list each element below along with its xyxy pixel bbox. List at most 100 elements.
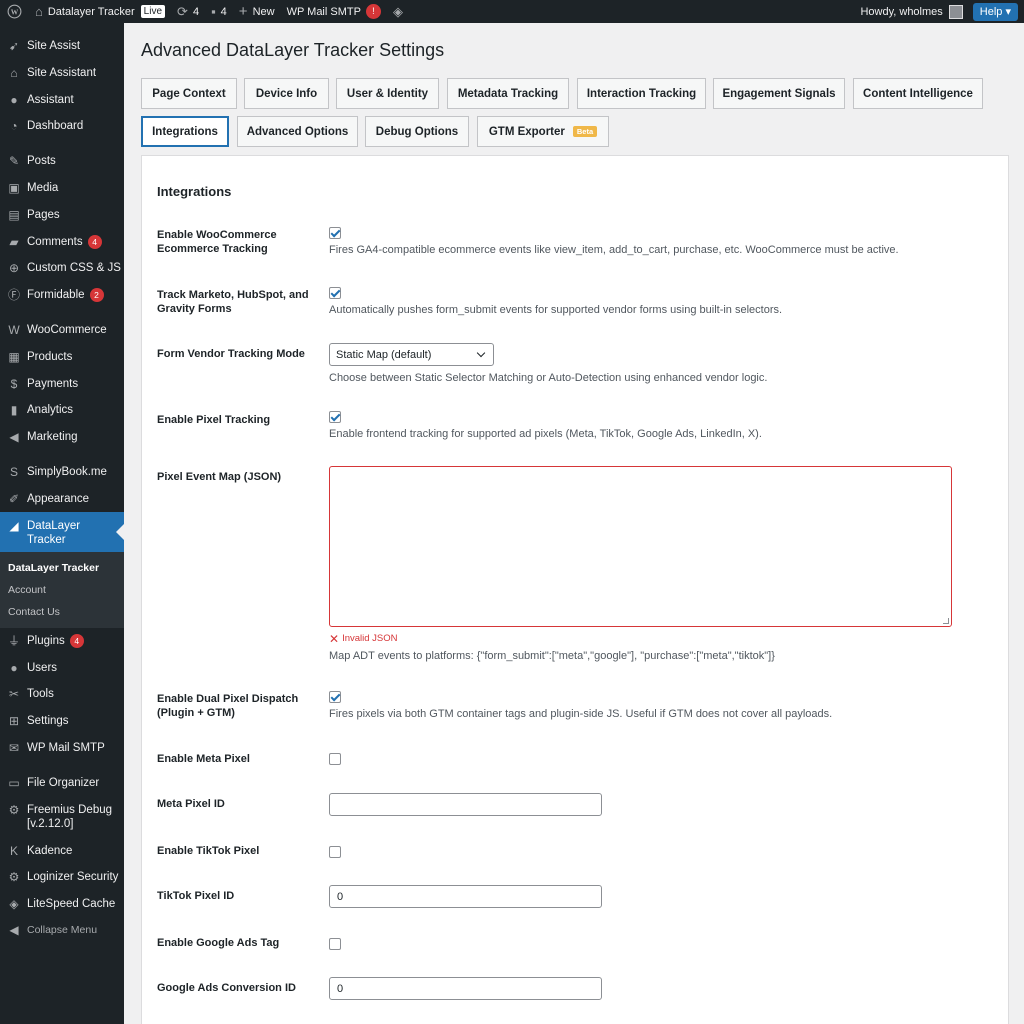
forms-checkbox[interactable] [329, 287, 341, 299]
comments-link[interactable]: ▪ 4 [205, 0, 233, 23]
menu-label: Payments [27, 378, 79, 390]
tab-label: Page Context [152, 87, 226, 100]
menu-item-settings[interactable]: ⊞ Settings [0, 714, 124, 728]
diamond-icon: ◈ [392, 4, 403, 19]
menu-item-litespeed[interactable]: ◈ LiteSpeed Cache [0, 897, 124, 911]
dual-checkbox[interactable] [329, 691, 341, 703]
menu-label: Custom CSS & JS [27, 262, 121, 274]
megaphone-icon: ◀ [9, 430, 19, 444]
submenu-item-contact-us[interactable]: Contact Us [8, 606, 60, 619]
menu-item-dashboard[interactable]: ◔ Dashboard [0, 119, 124, 133]
help-button[interactable]: Help ▾ [972, 2, 1018, 21]
tiktok-id-input[interactable]: 0 [329, 885, 602, 908]
mode-select[interactable]: Static Map (default) [329, 343, 494, 366]
litespeed-link[interactable]: ◈ [387, 0, 414, 23]
tab-engagement-signals[interactable]: Engagement Signals [713, 78, 845, 109]
menu-label: Appearance [27, 493, 90, 505]
submenu-item-datalayer-tracker[interactable]: DataLayer Tracker [8, 562, 99, 575]
menu-item-site-assist[interactable]: ➹ Site Assist [0, 39, 124, 53]
collapse-label: Collapse Menu [27, 924, 98, 936]
dollar-icon: $ [10, 377, 18, 391]
menu-label: Site Assistant [27, 67, 97, 79]
menu-item-media[interactable]: ▣ Media [0, 181, 124, 195]
menu-item-datalayer-tracker[interactable]: ◢ DataLayer Tracker [0, 512, 124, 552]
plug-icon: ⏚ [7, 634, 20, 648]
menu-item-custom-css-js[interactable]: ⊕ Custom CSS & JS [0, 261, 124, 275]
dashboard-icon: ◔ [10, 119, 18, 133]
tab-metadata-tracking[interactable]: Metadata Tracking [447, 78, 569, 109]
resize-handle-icon[interactable] [943, 618, 949, 624]
collapse-menu-button[interactable]: ◀ Collapse Menu [0, 923, 124, 937]
meta-checkbox[interactable] [329, 753, 341, 765]
user-icon: ● [10, 93, 18, 107]
woo-checkbox[interactable] [329, 227, 341, 239]
tab-interaction-tracking[interactable]: Interaction Tracking [577, 78, 706, 109]
tab-label: User & Identity [346, 87, 429, 100]
tab-debug-options[interactable]: Debug Options [365, 116, 469, 147]
menu-item-woocommerce[interactable]: W WooCommerce [0, 323, 124, 337]
beta-badge: Beta [572, 126, 598, 137]
tab-user-identity[interactable]: User & Identity [336, 78, 439, 109]
forms-label: Track Marketo, HubSpot, and Gravity Form… [157, 289, 309, 315]
new-content-link[interactable]: + New [233, 0, 281, 23]
account-menu[interactable]: Howdy, wholmes [854, 0, 968, 23]
menu-item-site-assistant[interactable]: ⌂ Site Assistant [0, 66, 124, 80]
woo-label: Enable WooCommerce Ecommerce Tracking [157, 229, 277, 255]
menu-item-users[interactable]: ● Users [0, 661, 124, 675]
tiktok-checkbox[interactable] [329, 846, 341, 858]
woo-description: Fires GA4-compatible ecommerce events li… [329, 244, 899, 256]
menu-label: Media [27, 182, 59, 194]
gads-id-input[interactable]: 0 [329, 977, 602, 1000]
menu-item-simplybook[interactable]: S SimplyBook.me [0, 465, 124, 479]
mail-icon: ✉ [8, 741, 20, 755]
map-label: Pixel Event Map (JSON) [157, 471, 282, 483]
tab-content-intelligence[interactable]: Content Intelligence [853, 78, 983, 109]
menu-label: Plugins [27, 635, 65, 647]
menu-item-formidable[interactable]: Ⓕ Formidable 2 [0, 288, 124, 302]
menu-item-products[interactable]: ▦ Products [0, 350, 124, 364]
menu-item-loginizer[interactable]: ⚙ Loginizer Security [0, 870, 124, 884]
menu-item-tools[interactable]: ✂ Tools [0, 687, 124, 701]
gads-checkbox[interactable] [329, 938, 341, 950]
dual-label: Enable Dual Pixel Dispatch (Plugin + GTM… [157, 693, 299, 719]
menu-item-payments[interactable]: $ Payments [0, 377, 124, 391]
site-name-link[interactable]: ⌂ Datalayer Tracker Live [29, 0, 171, 23]
menu-item-pages[interactable]: ▤ Pages [0, 208, 124, 222]
menu-item-freemius-debug[interactable]: ⚙ Freemius Debug [v.2.12.0] [0, 803, 124, 831]
dual-description: Fires pixels via both GTM container tags… [329, 708, 833, 720]
tab-device-info[interactable]: Device Info [244, 78, 329, 109]
gads-label: Enable Google Ads Tag [157, 937, 280, 949]
avatar [948, 4, 963, 19]
tab-integrations[interactable]: Integrations [141, 116, 229, 147]
menu-item-file-organizer[interactable]: ▭ File Organizer [0, 776, 124, 790]
menu-item-appearance[interactable]: ✐ Appearance [0, 492, 124, 506]
tab-page-context[interactable]: Page Context [141, 78, 237, 109]
submenu-item-account[interactable]: Account [8, 584, 46, 597]
meta-id-label: Meta Pixel ID [157, 798, 225, 810]
tab-label: GTM Exporter [488, 125, 565, 138]
menu-item-wp-mail-smtp[interactable]: ✉ WP Mail SMTP [0, 741, 124, 755]
wp-mail-smtp-link[interactable]: WP Mail SMTP ! [281, 0, 387, 23]
kadence-icon: K [9, 844, 18, 858]
archive-icon: ▦ [8, 350, 20, 364]
meta-id-input[interactable] [329, 793, 602, 816]
menu-item-assistant[interactable]: ● Assistant [0, 93, 124, 107]
tab-gtm-exporter[interactable]: GTM Exporter Beta [477, 116, 609, 147]
wrench-icon: ✂ [8, 687, 20, 701]
menu-item-plugins[interactable]: ⏚ Plugins 4 [0, 634, 124, 648]
menu-item-analytics[interactable]: ▮ Analytics [0, 403, 124, 417]
pixel-checkbox[interactable] [329, 411, 341, 423]
menu-item-marketing[interactable]: ◀ Marketing [0, 430, 124, 444]
menu-label: Freemius Debug [v.2.12.0] [27, 804, 113, 830]
tab-advanced-options[interactable]: Advanced Options [237, 116, 358, 147]
pixel-event-map-textarea[interactable] [329, 466, 952, 627]
menu-item-comments[interactable]: ▰ Comments 4 [0, 235, 124, 249]
menu-label: WooCommerce [27, 324, 107, 336]
settings-icon: ⊞ [8, 714, 20, 728]
menu-item-kadence[interactable]: K Kadence [0, 844, 124, 858]
updates-link[interactable]: ⟳ 4 [171, 0, 205, 23]
menu-item-posts[interactable]: ✎ Posts [0, 154, 124, 168]
wordpress-logo-icon[interactable]: W [0, 0, 29, 23]
input-value: 0 [337, 982, 344, 995]
formidable-icon: Ⓕ [7, 288, 20, 302]
